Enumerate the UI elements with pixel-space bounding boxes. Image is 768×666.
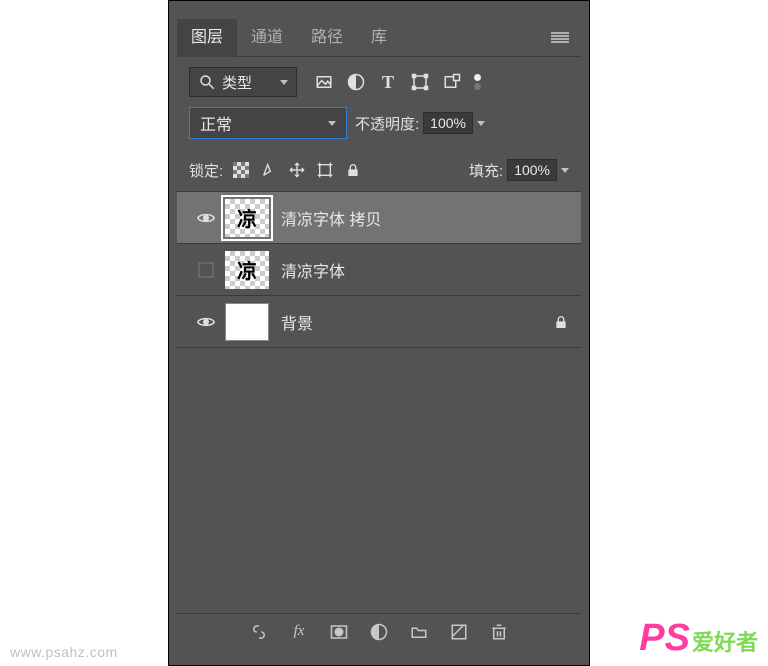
layer-row[interactable]: 背景 bbox=[177, 296, 581, 348]
filter-pixel-icon[interactable] bbox=[315, 73, 333, 91]
link-layers-icon[interactable] bbox=[250, 623, 268, 641]
layer-name[interactable]: 清凉字体 拷贝 bbox=[281, 206, 569, 230]
filter-type-dropdown[interactable]: 类型 bbox=[189, 67, 297, 97]
new-adjustment-icon[interactable] bbox=[370, 623, 388, 641]
filter-icon-strip: T bbox=[315, 73, 461, 91]
new-layer-icon[interactable] bbox=[450, 623, 468, 641]
panel-tabs: 图层 通道 路径 库 bbox=[177, 19, 581, 57]
visibility-toggle[interactable] bbox=[193, 262, 219, 278]
blend-mode-value: 正常 bbox=[200, 111, 232, 135]
new-group-icon[interactable] bbox=[410, 623, 428, 641]
fill-label: 填充: bbox=[469, 160, 503, 181]
layer-row[interactable]: 凉 清凉字体 bbox=[177, 244, 581, 296]
panel-body: 图层 通道 路径 库 类型 T bbox=[177, 19, 581, 649]
fill-control: 填充: 100% bbox=[469, 159, 569, 181]
chevron-down-icon bbox=[280, 80, 288, 85]
opacity-label: 不透明度: bbox=[355, 113, 419, 134]
opacity-value[interactable]: 100% bbox=[423, 112, 473, 134]
chevron-down-icon[interactable] bbox=[561, 168, 569, 173]
layer-controls: 类型 T 正常 bbox=[177, 57, 581, 155]
watermark-url: www.psahz.com bbox=[10, 644, 118, 660]
layer-list: 凉 清凉字体 拷贝 凉 清凉字体 背景 bbox=[177, 191, 581, 348]
layer-bottom-toolbar: fx bbox=[177, 613, 581, 649]
visibility-toggle[interactable] bbox=[193, 316, 219, 328]
watermark-logo: PS 爱好者 bbox=[639, 617, 758, 660]
layer-thumbnail[interactable] bbox=[225, 303, 269, 341]
opacity-control: 不透明度: 100% bbox=[355, 112, 485, 134]
tab-library[interactable]: 库 bbox=[357, 19, 401, 57]
tab-channels[interactable]: 通道 bbox=[237, 19, 297, 57]
filter-type-label: 类型 bbox=[222, 72, 252, 93]
delete-layer-icon[interactable] bbox=[490, 623, 508, 641]
layer-effects-icon[interactable]: fx bbox=[290, 623, 308, 641]
lock-icon bbox=[553, 314, 569, 330]
lock-image-icon[interactable] bbox=[261, 162, 277, 178]
lock-transparent-icon[interactable] bbox=[233, 162, 249, 178]
layer-row[interactable]: 凉 清凉字体 拷贝 bbox=[177, 192, 581, 244]
lock-all-icon[interactable] bbox=[345, 162, 361, 178]
panel-menu-icon[interactable] bbox=[551, 32, 569, 44]
lock-artboard-icon[interactable] bbox=[317, 162, 333, 178]
lock-position-icon[interactable] bbox=[289, 162, 305, 178]
fill-value[interactable]: 100% bbox=[507, 159, 557, 181]
layer-name[interactable]: 清凉字体 bbox=[281, 258, 569, 282]
lock-row: 锁定: 填充: 100% bbox=[177, 155, 581, 191]
lock-label: 锁定: bbox=[189, 160, 223, 181]
filter-toggle-icon[interactable] bbox=[473, 74, 481, 90]
filter-shape-icon[interactable] bbox=[411, 73, 429, 91]
filter-text-icon[interactable]: T bbox=[379, 73, 397, 91]
tab-layers[interactable]: 图层 bbox=[177, 19, 237, 57]
search-icon bbox=[198, 73, 216, 91]
layer-name[interactable]: 背景 bbox=[281, 310, 553, 334]
filter-adjustment-icon[interactable] bbox=[347, 73, 365, 91]
blend-mode-dropdown[interactable]: 正常 bbox=[189, 107, 347, 139]
visibility-toggle[interactable] bbox=[193, 212, 219, 224]
filter-smartobject-icon[interactable] bbox=[443, 73, 461, 91]
chevron-down-icon bbox=[328, 121, 336, 126]
chevron-down-icon[interactable] bbox=[477, 121, 485, 126]
layer-thumbnail[interactable]: 凉 bbox=[225, 251, 269, 289]
layer-thumbnail[interactable]: 凉 bbox=[225, 199, 269, 237]
add-mask-icon[interactable] bbox=[330, 623, 348, 641]
tab-paths[interactable]: 路径 bbox=[297, 19, 357, 57]
layers-panel: 图层 通道 路径 库 类型 T bbox=[168, 0, 590, 666]
